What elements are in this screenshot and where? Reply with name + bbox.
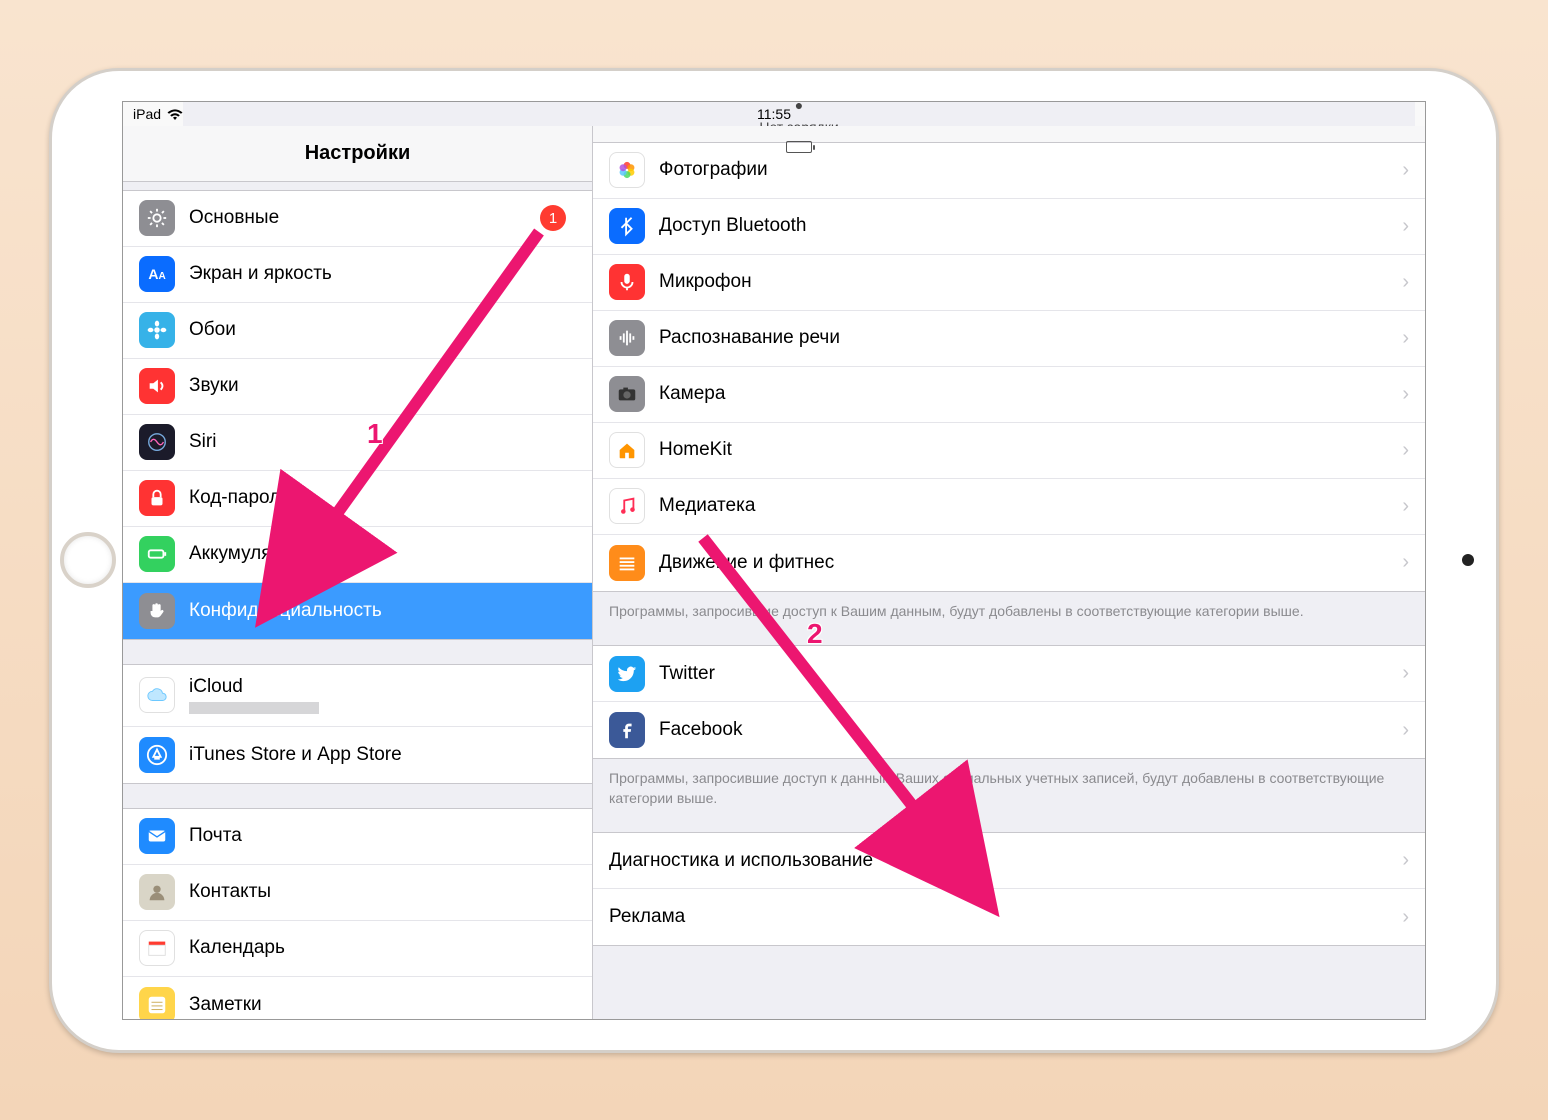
row-twitter[interactable]: Twitter› [593,646,1425,702]
chevron-right-icon: › [1402,327,1409,350]
row-siri[interactable]: Siri [123,415,592,471]
row-icloud-label: iCloud [189,676,576,698]
row-notes[interactable]: Заметки [123,977,592,1019]
front-camera [1462,554,1474,566]
row-advertising-label: Реклама [609,906,1402,928]
row-microphone-label: Микрофон [659,271,1402,293]
chevron-right-icon: › [1402,495,1409,518]
row-wallpaper[interactable]: Обои [123,303,592,359]
row-media-label: Медиатека [659,495,1402,517]
status-bar: iPad 11:55 ⊕ ● Нет зарядки [123,102,1425,126]
row-passcode-label: Код-пароль [189,487,576,509]
row-media[interactable]: Медиатека› [593,479,1425,535]
chevron-right-icon: › [1402,439,1409,462]
row-general-label: Основные [189,207,540,229]
chevron-right-icon: › [1402,551,1409,574]
icloud-icon [139,677,175,713]
row-contacts[interactable]: Контакты [123,865,592,921]
row-camera-label: Камера [659,383,1402,405]
sounds-icon [139,368,175,404]
twitter-icon [609,656,645,692]
chevron-right-icon: › [1402,383,1409,406]
row-notes-label: Заметки [189,994,576,1016]
mail-icon [139,818,175,854]
chevron-right-icon: › [1402,271,1409,294]
passcode-icon [139,480,175,516]
row-advertising[interactable]: Реклама› [593,889,1425,945]
row-sounds[interactable]: Звуки [123,359,592,415]
row-diagnostics-label: Диагностика и использование [609,850,1402,872]
row-siri-label: Siri [189,431,576,453]
chevron-right-icon: › [1402,215,1409,238]
row-display[interactable]: AA Экран и яркость [123,247,592,303]
row-bluetooth-label: Доступ Bluetooth [659,215,1402,237]
notes-icon [139,987,175,1019]
privacy-icon [139,593,175,629]
calendar-icon [139,930,175,966]
row-itunes-label: iTunes Store и App Store [189,744,576,766]
row-mail-label: Почта [189,825,576,847]
row-calendar-label: Календарь [189,937,576,959]
photos-icon [609,152,645,188]
chevron-right-icon: › [1402,906,1409,929]
facebook-icon [609,712,645,748]
row-mail[interactable]: Почта [123,809,592,865]
row-privacy[interactable]: Конфиденциальность [123,583,592,639]
row-general[interactable]: Основные1 [123,191,592,247]
wallpaper-icon [139,312,175,348]
battery-icon [139,536,175,572]
home-button[interactable] [60,532,116,588]
bluetooth-icon [609,208,645,244]
row-twitter-label: Twitter [659,663,1402,685]
row-sounds-label: Звуки [189,375,576,397]
itunes-icon [139,737,175,773]
row-contacts-label: Контакты [189,881,576,903]
row-battery[interactable]: Аккумулятор [123,527,592,583]
row-privacy-label: Конфиденциальность [189,600,576,622]
camera-icon [609,376,645,412]
motion-icon [609,545,645,581]
row-itunes[interactable]: iTunes Store и App Store [123,727,592,783]
row-motion-label: Движение и фитнес [659,552,1402,574]
row-icloud[interactable]: iCloud [123,665,592,727]
row-wallpaper-label: Обои [189,319,576,341]
row-diagnostics[interactable]: Диагностика и использование› [593,833,1425,889]
microphone-icon [609,264,645,300]
settings-title: Настройки [123,126,592,182]
chevron-right-icon: › [1402,662,1409,685]
row-facebook[interactable]: Facebook› [593,702,1425,758]
speech-icon [609,320,645,356]
media-icon [609,488,645,524]
section-1-footer: Программы, запросившие доступ к данным В… [593,759,1425,808]
contacts-icon [139,874,175,910]
row-icloud-sub [189,700,576,715]
row-calendar[interactable]: Календарь [123,921,592,977]
row-speech-label: Распознавание речи [659,327,1402,349]
row-camera[interactable]: Камера› [593,367,1425,423]
row-motion[interactable]: Движение и фитнес› [593,535,1425,591]
display-icon: AA [139,256,175,292]
row-microphone[interactable]: Микрофон› [593,255,1425,311]
chevron-right-icon: › [1402,159,1409,182]
general-icon [139,200,175,236]
row-battery-label: Аккумулятор [189,543,576,565]
chevron-right-icon: › [1402,849,1409,872]
siri-icon [139,424,175,460]
row-facebook-label: Facebook [659,719,1402,741]
row-general-badge: 1 [540,205,566,231]
row-photos-label: Фотографии [659,159,1402,181]
section-0-footer: Программы, запросившие доступ к Вашим да… [593,592,1425,622]
clock: 11:55 [123,106,1425,122]
row-homekit[interactable]: HomeKit› [593,423,1425,479]
row-bluetooth[interactable]: Доступ Bluetooth› [593,199,1425,255]
row-homekit-label: HomeKit [659,439,1402,461]
row-passcode[interactable]: Код-пароль [123,471,592,527]
chevron-right-icon: › [1402,719,1409,742]
row-speech[interactable]: Распознавание речи› [593,311,1425,367]
homekit-icon [609,432,645,468]
row-display-label: Экран и яркость [189,263,576,285]
row-photos[interactable]: Фотографии› [593,143,1425,199]
